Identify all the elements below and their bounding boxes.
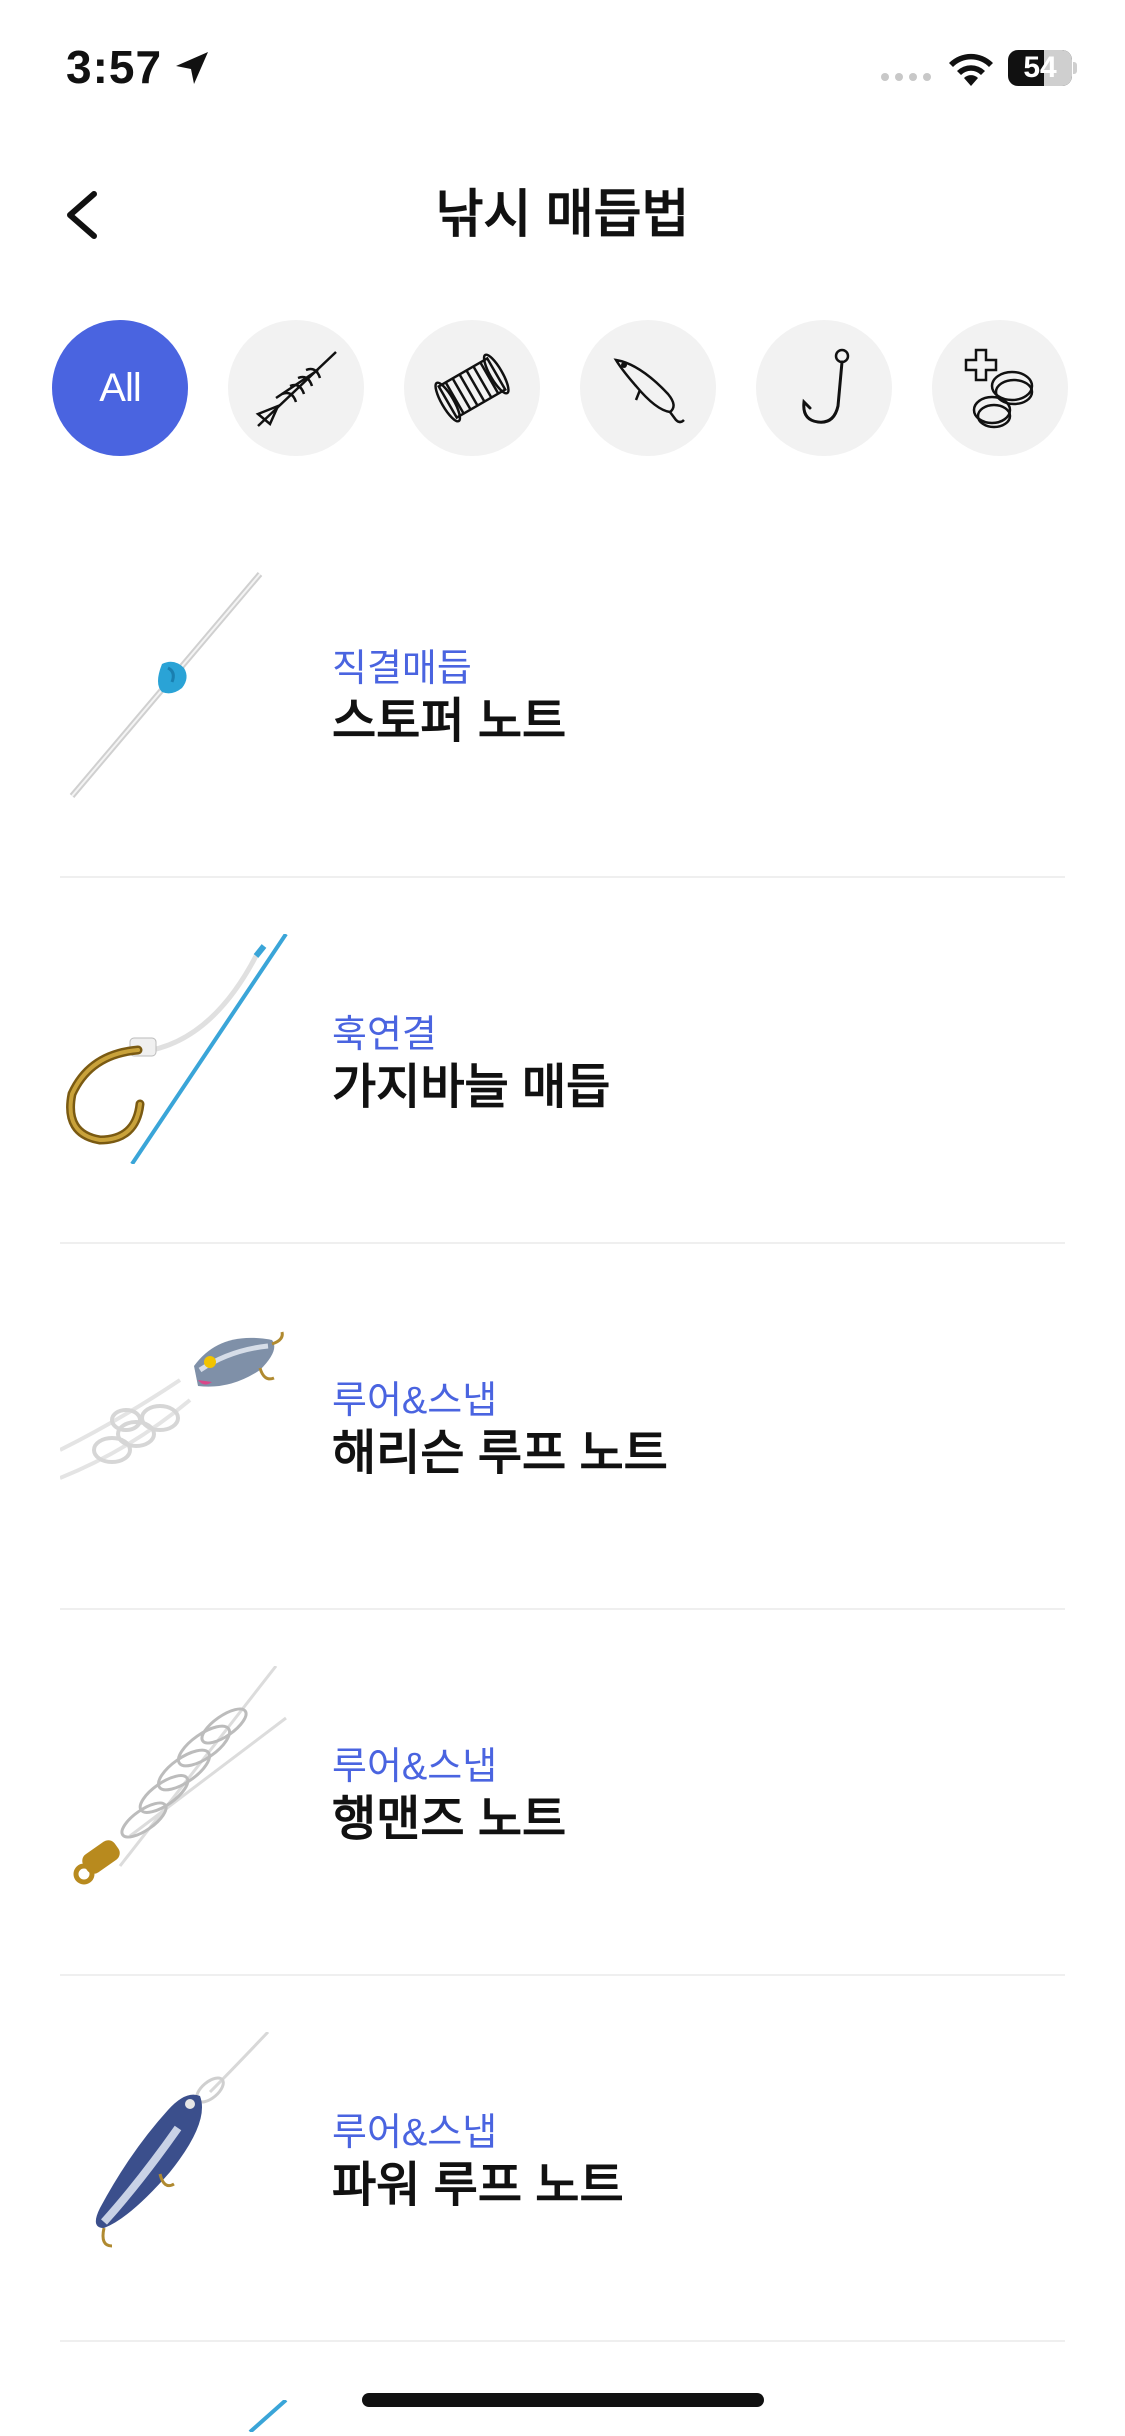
knot-name: 스토퍼 노트 <box>332 695 567 748</box>
knot-category: 루어&스냅 <box>332 2112 498 2154</box>
rope-plus-icon <box>964 348 1034 429</box>
dropper-hook-image <box>60 932 290 1166</box>
category-all-label: All <box>99 365 141 410</box>
page-title: 낚시 매듭법 <box>435 186 690 244</box>
category-lure-button[interactable] <box>580 320 716 456</box>
battery-percent: 54 <box>1023 51 1057 84</box>
chevron-left-icon[interactable] <box>52 180 116 250</box>
knot-list-item-partial[interactable] <box>60 2342 1065 2432</box>
power-loop-image <box>60 2030 290 2262</box>
knot-list-item[interactable]: 루어&스냅 해리슨 루프 노트 <box>59 1244 1065 1610</box>
knot-list: 직결매듭 스토퍼 노트 훅연결 가지바늘 매듭 루어&스냅 해리슨 루프 노트 … <box>59 512 1065 2432</box>
wifi-icon <box>949 53 993 86</box>
status-bar: 3:57 54 <box>0 0 1125 140</box>
category-all-button[interactable]: All <box>52 320 188 456</box>
category-rope-plus-button[interactable] <box>932 320 1068 456</box>
signal-dots-icon <box>881 73 931 81</box>
home-indicator <box>362 2393 764 2407</box>
knot-name: 파워 루프 노트 <box>332 2159 624 2212</box>
spool-icon <box>434 353 510 423</box>
location-arrow-icon <box>176 52 208 84</box>
knot-category: 루어&스냅 <box>332 1746 498 1788</box>
category-filter-bar: All <box>52 320 1125 458</box>
knot-list-item[interactable]: 훅연결 가지바늘 매듭 <box>60 878 1065 1244</box>
knot-category: 직결매듭 <box>332 648 472 690</box>
knot-list-item[interactable]: 루어&스냅 파워 루프 노트 <box>60 1976 1065 2342</box>
knot-list-item[interactable]: 루어&스냅 행맨즈 노트 <box>60 1610 1065 1976</box>
status-time: 3:57 <box>66 41 163 93</box>
stopper-knot-image <box>60 568 290 798</box>
category-hook-button[interactable] <box>756 320 892 456</box>
line-knot-icon <box>255 351 337 427</box>
knot-category: 루어&스냅 <box>332 1380 498 1422</box>
hangman-knot-image <box>60 1665 290 1896</box>
knot-name: 해리슨 루프 노트 <box>332 1427 668 1480</box>
battery-icon: 54 <box>1008 50 1077 86</box>
hook-icon <box>802 348 850 424</box>
knot-list-item[interactable]: 직결매듭 스토퍼 노트 <box>60 512 1065 878</box>
partial-thumbnail-image <box>248 2400 288 2432</box>
knot-name: 행맨즈 노트 <box>332 1793 567 1846</box>
harrison-loop-image <box>59 1300 290 1530</box>
knot-name: 가지바늘 매듭 <box>332 1061 611 1114</box>
category-spool-button[interactable] <box>404 320 540 456</box>
lure-icon <box>613 358 685 424</box>
knot-category: 훅연결 <box>332 1014 437 1056</box>
category-line-knot-button[interactable] <box>228 320 364 456</box>
